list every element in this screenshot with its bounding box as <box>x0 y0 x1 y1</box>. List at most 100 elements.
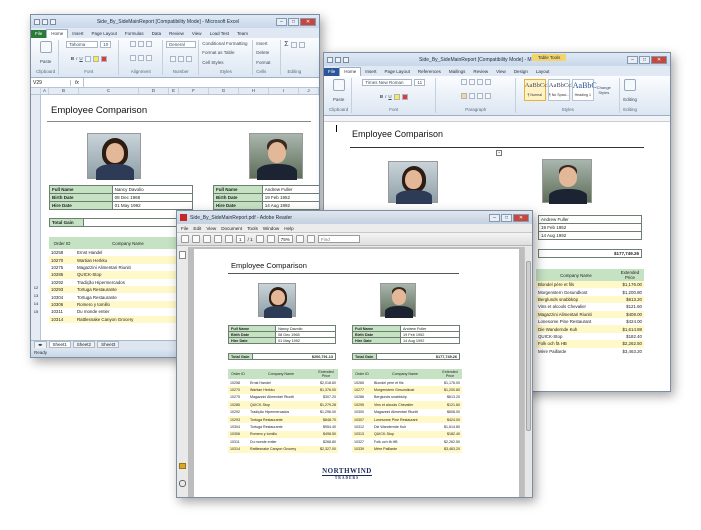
tab-layout[interactable]: Layout <box>532 68 554 76</box>
italic-icon[interactable]: I <box>385 94 386 99</box>
conditional-formatting-button[interactable]: Conditional Formatting <box>202 41 247 46</box>
align-left-icon[interactable] <box>460 93 467 99</box>
field-value[interactable]: 19 Feb 1952 <box>538 223 642 232</box>
align-right-icon[interactable] <box>476 93 483 99</box>
table-row[interactable]: QUICK-Stop $182.40 <box>536 333 644 340</box>
attachment-clip-icon[interactable] <box>179 480 186 487</box>
table-row[interactable]: Morgenstern Gesundkost $1,200.80 <box>536 288 644 295</box>
tab-data[interactable]: Data <box>148 30 166 38</box>
email-icon[interactable] <box>192 235 200 243</box>
table-row[interactable]: Die Wandernde Kuh $1,614.88 <box>536 325 644 333</box>
delete-cells-button[interactable]: Delete <box>256 50 269 55</box>
row-number[interactable]: 15 <box>31 309 41 314</box>
border-icon[interactable] <box>84 55 91 62</box>
close-button[interactable]: ✕ <box>300 17 316 26</box>
sum-icon[interactable]: Σ <box>284 41 288 48</box>
minimize-button[interactable]: – <box>627 55 638 64</box>
close-button[interactable]: ✕ <box>651 55 667 64</box>
name-box[interactable]: V29 <box>31 79 71 86</box>
next-page-icon[interactable] <box>225 235 233 243</box>
table-row[interactable]: Berglunds snabbköp $613.20 <box>536 295 644 304</box>
table-row[interactable]: 10275 Magazzini Alimentari Riuniti <box>49 264 195 271</box>
change-styles-button[interactable]: Change Styles <box>596 85 612 95</box>
find-icon[interactable] <box>624 79 637 91</box>
table-row[interactable]: 10285 QUICK-Stop <box>49 271 195 279</box>
italic-icon[interactable]: I <box>76 56 77 61</box>
format-as-table-button[interactable]: Format as Table <box>202 50 234 55</box>
tab-formulas[interactable]: Formulas <box>121 30 148 38</box>
font-color-icon[interactable] <box>401 93 408 100</box>
undo-icon[interactable] <box>42 18 48 25</box>
style-normal[interactable]: AaBbCcI ¶ Normal <box>523 79 549 101</box>
numbering-icon[interactable] <box>468 79 475 85</box>
table-row[interactable]: Blondel père et fils $1,176.00 <box>536 281 644 289</box>
table-row[interactable]: 10258 Ernst Handel <box>49 249 195 256</box>
zoom-out-icon[interactable] <box>255 235 264 243</box>
field-value[interactable]: 19 Feb 1952 <box>261 193 319 202</box>
column-header[interactable]: D <box>139 88 169 94</box>
tab-home[interactable]: Home <box>46 29 69 38</box>
table-row[interactable]: Lonesome Pine Restaurant $424.00 <box>536 318 644 325</box>
percent-icon[interactable] <box>177 55 184 62</box>
pdf-title-bar[interactable]: Side_By_SideMainReport.pdf - Adobe Reade… <box>177 211 532 224</box>
tab-design[interactable]: Design <box>510 68 532 76</box>
highlight-icon[interactable] <box>393 93 400 100</box>
bullets-icon[interactable] <box>460 79 467 85</box>
page-number-input[interactable]: 1 <box>236 235 245 243</box>
close-button[interactable]: ✕ <box>513 213 529 222</box>
maximize-button[interactable]: □ <box>288 17 299 26</box>
find-select-icon[interactable] <box>298 41 305 48</box>
row-number[interactable]: 12 <box>31 285 41 290</box>
tab-review[interactable]: Review <box>165 30 188 38</box>
save-icon[interactable] <box>34 18 40 25</box>
table-row[interactable]: 10292 Tradição Hipermercados <box>49 279 195 286</box>
word-title-bar[interactable]: Side_By_SideMainReport [Compatibility Mo… <box>324 53 670 66</box>
field-value[interactable]: Andrew Fuller <box>538 215 642 224</box>
paste-label[interactable]: Paste <box>333 97 345 102</box>
document-pane[interactable]: Employee Comparison Full Name Nancy Davol… <box>189 247 524 497</box>
column-header[interactable]: J <box>299 88 319 94</box>
format-cells-button[interactable]: Format <box>256 60 270 65</box>
underline-icon[interactable]: U <box>388 94 391 99</box>
fit-page-icon[interactable] <box>295 235 304 243</box>
menu-document[interactable]: Document <box>221 226 242 231</box>
tab-file[interactable]: File <box>31 30 47 38</box>
horizontal-ruler[interactable] <box>324 116 670 122</box>
redo-icon[interactable] <box>50 18 56 25</box>
excel-title-bar[interactable]: Side_By_SideMainReport [Compatibility Mo… <box>31 15 319 28</box>
tab-mailings[interactable]: Mailings <box>445 68 470 76</box>
style-heading-1[interactable]: AaBbC Heading 1 <box>571 79 597 101</box>
maximize-button[interactable]: □ <box>639 55 650 64</box>
bold-icon[interactable]: B <box>380 94 383 99</box>
field-value[interactable]: Andrew Fuller <box>261 185 319 194</box>
vertical-scrollbar[interactable] <box>524 247 532 497</box>
paste-icon[interactable] <box>332 79 345 91</box>
fill-color-icon[interactable] <box>92 55 99 62</box>
tab-page-layout[interactable]: Page Layout <box>381 68 414 76</box>
paste-label[interactable]: Paste <box>40 59 52 64</box>
field-value[interactable]: Nancy Davolio <box>111 185 194 194</box>
table-row[interactable]: 10311 Du monde entier <box>49 308 195 315</box>
tab-insert[interactable]: Insert <box>68 30 87 38</box>
field-value[interactable]: 08 Dec 1968 <box>111 193 194 202</box>
table-row[interactable]: 10293 Tortuga Restaurante <box>49 285 195 294</box>
tab-references[interactable]: References <box>414 68 445 76</box>
table-row[interactable]: 10270 Wartian Herkku <box>49 256 195 264</box>
field-value[interactable]: 01 May 1992 <box>111 201 194 210</box>
bold-icon[interactable]: B <box>71 56 74 61</box>
menu-edit[interactable]: Edit <box>193 226 201 231</box>
sort-icon[interactable] <box>484 79 491 85</box>
column-header[interactable]: G <box>209 88 239 94</box>
fit-width-icon[interactable] <box>306 235 315 243</box>
row-number[interactable]: 14 <box>31 301 41 306</box>
column-header[interactable]: E <box>169 88 179 94</box>
font-name-box[interactable]: Tahoma <box>66 41 99 48</box>
column-header[interactable]: F <box>179 88 209 94</box>
table-row[interactable]: Folk och fä HB $2,262.50 <box>536 340 644 348</box>
sort-filter-icon[interactable] <box>290 41 297 48</box>
menu-window[interactable]: Window <box>263 226 279 231</box>
table-row[interactable]: Magazzini Alimentari Riuniti $408.00 <box>536 310 644 318</box>
scrollbar-thumb[interactable] <box>526 261 531 431</box>
indent-icon[interactable] <box>476 79 483 85</box>
cell-styles-button[interactable]: Cell Styles <box>202 60 223 65</box>
